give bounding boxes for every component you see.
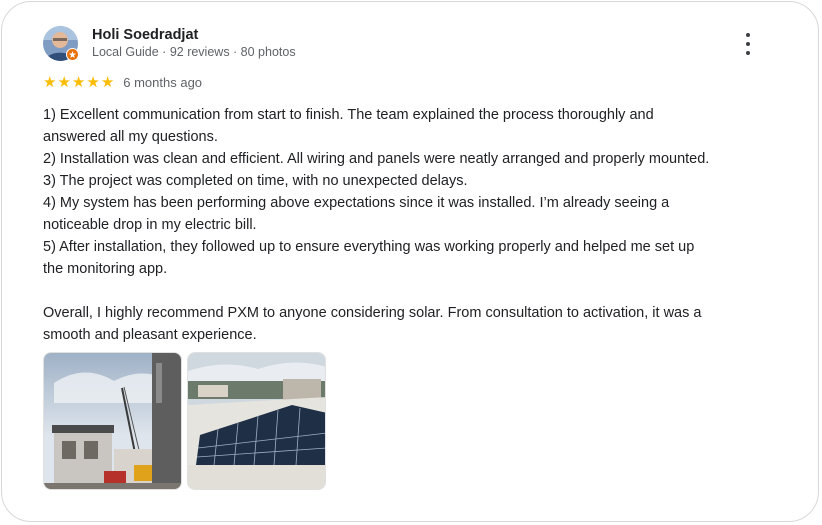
review-time: 6 months ago — [123, 74, 203, 90]
review-text: 1) Excellent communication from start to… — [43, 104, 783, 346]
review-line: 2) Installation was clean and efficient.… — [43, 151, 710, 167]
star-rating: ★ ★ ★ ★ ★ — [43, 75, 114, 90]
reviewer-name[interactable]: Holi Soedradjat — [92, 27, 198, 43]
star-icon: ★ — [57, 73, 71, 91]
review-line: the monitoring app. — [43, 261, 168, 277]
star-icon: ★ — [71, 73, 86, 91]
review-line: Overall, I highly recommend PXM to anyon… — [43, 305, 702, 321]
star-icon: ★ — [100, 73, 115, 91]
review-line: 1) Excellent communication from start to… — [43, 107, 654, 123]
review-line: smooth and pleasant experience. — [43, 327, 257, 343]
reviewer-meta: Local Guide · 92 reviews · 80 photos — [92, 45, 296, 59]
review-line: answered all my questions. — [43, 129, 218, 145]
review-line: 3) The project was completed on time, wi… — [43, 173, 468, 189]
rating-row: ★ ★ ★ ★ ★ 6 months ago — [43, 74, 202, 90]
review-line: noticeable drop in my electric bill. — [43, 217, 257, 233]
review-line — [43, 280, 783, 302]
more-vert-icon[interactable] — [741, 33, 755, 55]
review-photo-solar-panels[interactable] — [187, 352, 326, 490]
star-icon: ★ — [43, 73, 57, 91]
review-line: 5) After installation, they followed up … — [43, 239, 695, 255]
star-icon: ★ — [86, 73, 100, 91]
review-line: 4) My system has been performing above e… — [43, 195, 670, 211]
review-photo-house-crane[interactable] — [43, 352, 182, 490]
local-guide-badge-icon — [66, 48, 79, 61]
